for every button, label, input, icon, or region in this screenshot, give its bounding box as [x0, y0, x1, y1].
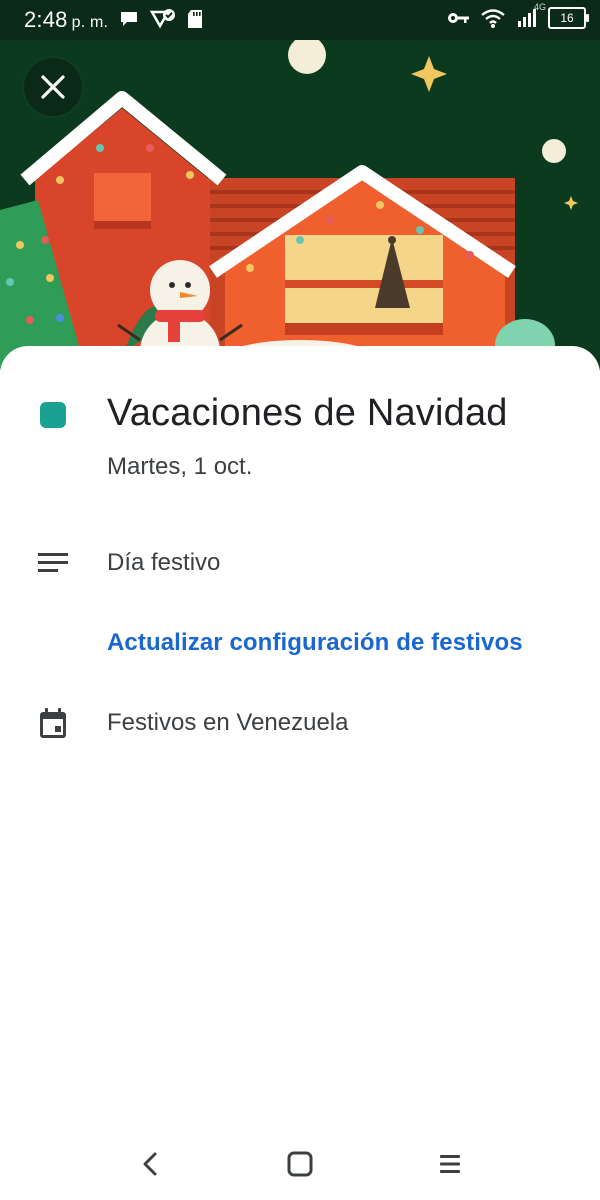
close-icon	[41, 75, 65, 99]
back-button[interactable]	[128, 1142, 172, 1186]
christmas-houses-illustration	[0, 40, 578, 370]
wifi-icon	[481, 9, 505, 28]
battery-level: 16	[560, 11, 574, 25]
system-navigation-bar	[0, 1124, 600, 1200]
event-details-sheet: Vacaciones de Navidad Martes, 1 oct. Día…	[0, 346, 600, 1200]
signal-check-icon	[150, 9, 175, 29]
back-icon	[143, 1152, 157, 1176]
battery-icon: 16	[548, 7, 589, 29]
menu-icon	[440, 1155, 460, 1173]
sd-card-icon	[188, 10, 202, 28]
status-time-value: 2:48	[24, 7, 68, 32]
status-bar: 2:48 p. m. 16 4G	[0, 0, 600, 40]
status-ampm: p. m.	[71, 14, 109, 31]
vpn-key-icon	[448, 13, 469, 23]
close-button[interactable]	[24, 58, 82, 116]
home-button[interactable]	[278, 1142, 322, 1186]
status-time: 2:48 p. m.	[24, 7, 108, 33]
update-holiday-settings-link[interactable]: Actualizar configuración de festivos	[107, 629, 523, 657]
event-title: Vacaciones de Navidad	[107, 392, 508, 434]
calendar-icon	[36, 706, 70, 740]
network-type: 4G	[533, 2, 546, 12]
notification-icons	[118, 8, 204, 30]
event-description: Día festivo	[107, 549, 221, 576]
event-date: Martes, 1 oct.	[107, 453, 253, 480]
holiday-illustration	[0, 40, 600, 370]
event-color-chip	[40, 402, 66, 428]
system-icons: 16	[446, 7, 589, 29]
home-icon	[287, 1151, 313, 1177]
menu-button[interactable]	[428, 1142, 472, 1186]
description-icon	[36, 546, 70, 580]
calendar-name: Festivos en Venezuela	[107, 709, 349, 736]
chat-bubble-icon	[121, 12, 137, 26]
